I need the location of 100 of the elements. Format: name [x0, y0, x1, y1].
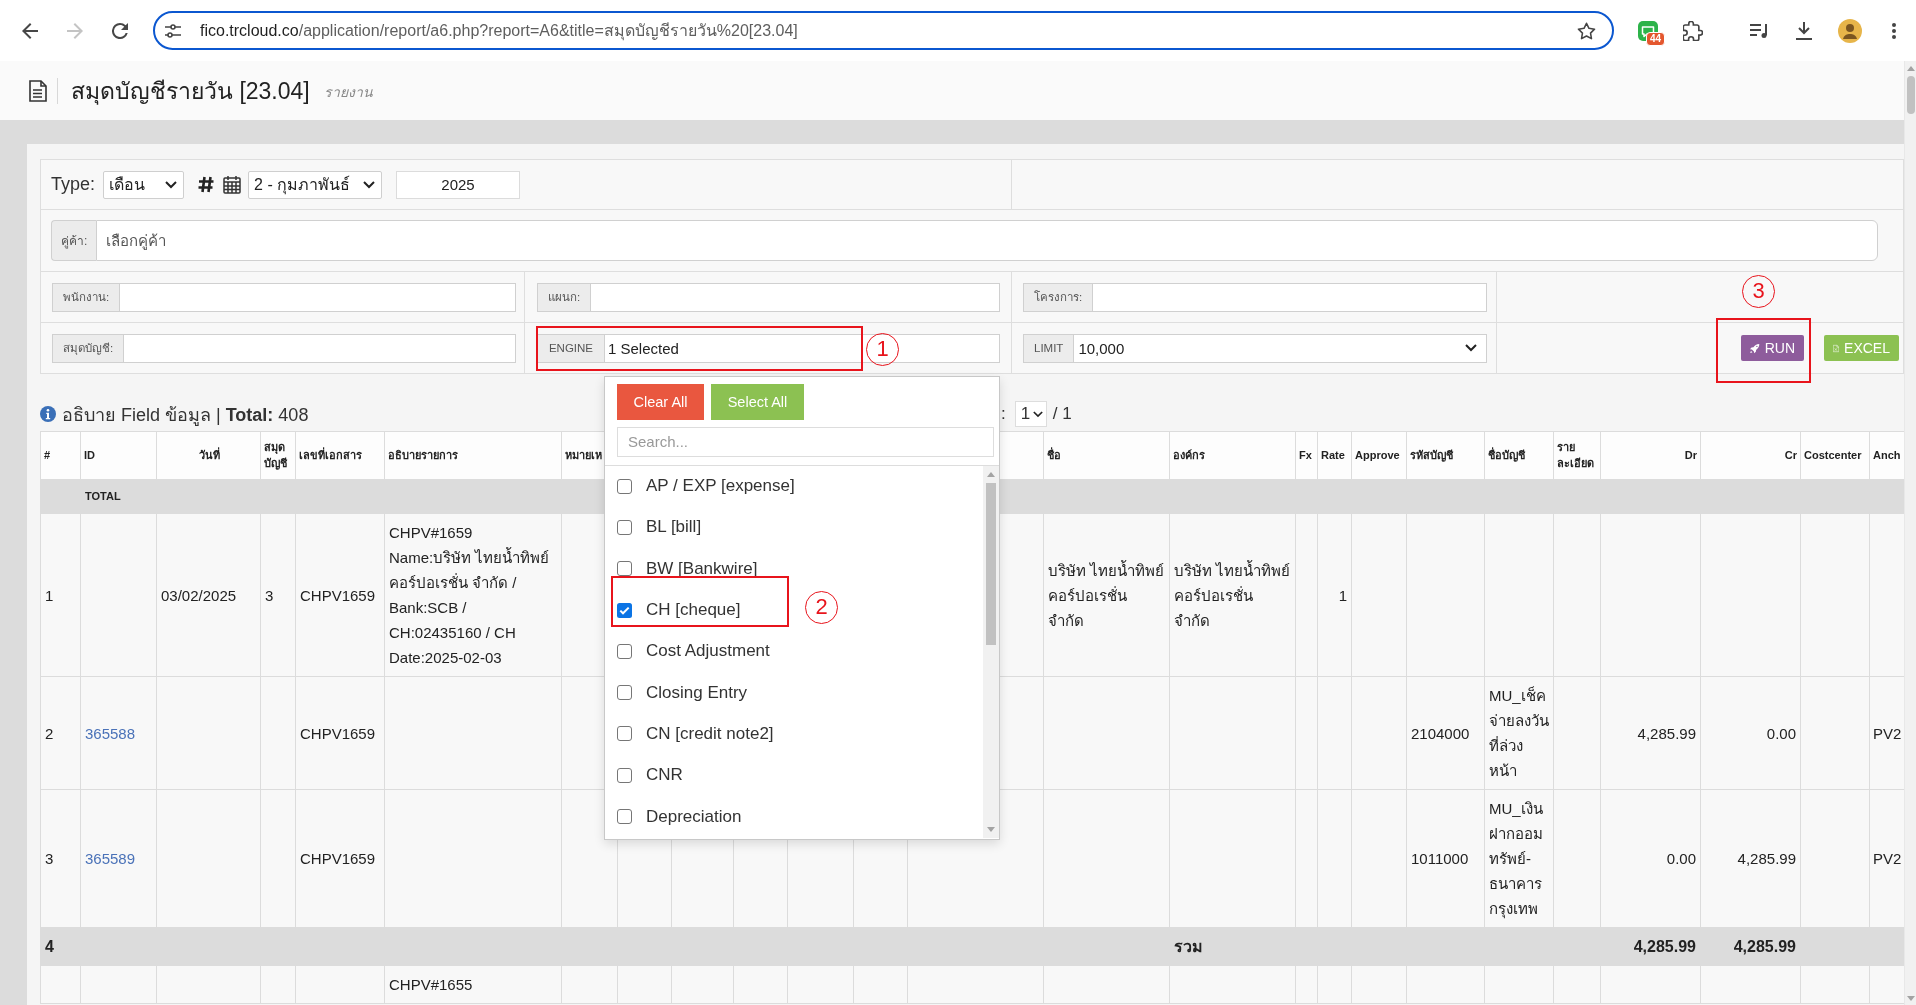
document-number: CHPV1659	[300, 585, 376, 606]
page-title: สมุดบัญชีรายวัน [23.04]	[71, 76, 310, 107]
clear-all-button[interactable]: Clear All	[617, 383, 704, 420]
star-icon[interactable]	[1577, 21, 1596, 40]
credit-total: 4,285.99	[1733, 937, 1796, 957]
field-label: สมุดบัญชี:	[52, 333, 124, 363]
checkbox[interactable]	[617, 685, 632, 701]
input-field[interactable]	[123, 333, 516, 363]
page-label: :	[1001, 404, 1006, 424]
record-link[interactable]: 365589	[85, 846, 136, 871]
account-code: 2104000	[1411, 723, 1470, 744]
dropdown-option[interactable]: Cost Adjustment	[617, 641, 770, 662]
account-code: 1011000	[1411, 849, 1469, 869]
search-field[interactable]: Search...	[617, 426, 994, 457]
checkbox[interactable]	[617, 561, 632, 577]
column-header: ชื่อบัญชี	[1488, 447, 1525, 464]
chevron-down-icon	[363, 180, 376, 189]
download-icon[interactable]	[1795, 21, 1813, 40]
column-header: Anch	[1873, 447, 1901, 463]
account-name: MU_เงินฝากออมทรัพย์-ธนาคารกรุงเทพ	[1489, 799, 1544, 921]
checkbox[interactable]	[617, 478, 632, 494]
column-header: สมุดบัญชี	[264, 440, 288, 471]
list-scrollbar[interactable]	[983, 465, 999, 838]
avatar-icon[interactable]	[1838, 18, 1862, 43]
reload-icon[interactable]	[111, 22, 128, 39]
row-number: 1	[45, 585, 54, 606]
row-number: 4	[45, 937, 54, 957]
debit-amount: 0.00	[1666, 849, 1696, 869]
sliders-icon[interactable]	[165, 23, 181, 38]
description-text: CHPV#1655	[389, 975, 473, 995]
left-arrow-icon[interactable]	[21, 22, 38, 39]
total-label: TOTAL	[85, 489, 121, 504]
dropdown-option[interactable]: AP / EXP [expense]	[617, 476, 795, 497]
organization-text: บริษัท ไทยน้ำทิพย์ คอร์ปอเรชั่น จำกัด	[1174, 559, 1292, 631]
rocket-icon	[1750, 341, 1760, 355]
type-select[interactable]: เดือน	[103, 170, 185, 199]
column-header: #	[44, 447, 51, 463]
column-header: ID	[84, 447, 95, 463]
chevron-down-icon	[1032, 410, 1043, 418]
checkbox[interactable]	[617, 809, 632, 824]
dropdown-option[interactable]: CNR	[617, 765, 683, 786]
field-label: คู่ค้า:	[51, 220, 97, 261]
notification-badge: 44	[1646, 31, 1666, 46]
checkbox[interactable]	[617, 643, 632, 659]
input-field[interactable]: เลือกคู่ค้า	[96, 220, 1878, 261]
debit-total: 4,285.99	[1633, 937, 1696, 957]
scrollbar-thumb[interactable]	[1907, 76, 1915, 114]
limit-select[interactable]: 10,000	[1073, 333, 1487, 363]
info-icon[interactable]	[40, 406, 56, 422]
checkbox[interactable]	[617, 767, 632, 783]
dropdown-option[interactable]: BL [bill]	[617, 517, 702, 538]
document-number: CHPV1659	[300, 723, 376, 744]
page-count: / 1	[1052, 404, 1072, 424]
column-header: เลขที่เอกสาร	[299, 447, 362, 463]
page-select[interactable]: 1	[1014, 401, 1047, 427]
page-subtitle: รายงาน	[323, 83, 373, 102]
chevron-down-icon	[165, 180, 178, 189]
rate-value: 1	[1338, 585, 1347, 606]
dropdown-option[interactable]: BW [Bankwire]	[617, 558, 758, 579]
column-header: รายละเอียด	[1557, 440, 1595, 471]
checkbox[interactable]	[617, 519, 632, 535]
field-label: พนักงาน:	[52, 282, 120, 312]
record-link[interactable]: 365588	[85, 720, 136, 746]
calendar-icon	[223, 175, 242, 194]
sum-label: รวม	[1174, 937, 1203, 957]
dropdown-option[interactable]: CN [credit note2]	[617, 723, 774, 744]
column-header: อธิบายรายการ	[388, 447, 458, 463]
page-scrollbar[interactable]	[1904, 61, 1916, 1005]
credit-amount: 0.00	[1766, 723, 1796, 744]
kebab-menu-icon[interactable]	[1892, 22, 1896, 39]
summary-text: อธิบาย Field ข้อมูล | Total: 408	[62, 403, 309, 428]
row-number: 3	[45, 849, 54, 869]
input-field[interactable]	[1092, 282, 1487, 312]
input-field[interactable]	[590, 282, 1000, 312]
dropdown-option[interactable]: CH [cheque]	[617, 600, 741, 621]
year-field[interactable]: 2025	[396, 170, 521, 199]
debit-amount: 4,285.99	[1637, 723, 1696, 744]
dropdown-option[interactable]: Closing Entry	[617, 682, 748, 703]
input-field[interactable]	[119, 282, 516, 312]
checkbox[interactable]	[617, 726, 632, 742]
playlist-icon[interactable]	[1750, 22, 1768, 39]
column-header: Fx	[1299, 447, 1312, 463]
checkbox[interactable]	[617, 602, 632, 618]
dropdown-option[interactable]: Depreciation	[617, 806, 742, 827]
field-label: โครงการ:	[1023, 282, 1093, 312]
column-header: วันที่	[198, 447, 220, 463]
puzzle-icon[interactable]	[1683, 20, 1703, 41]
row-number: 2	[45, 723, 54, 744]
account-name: MU_เช็คจ่ายลงวันที่ล่วงหน้า	[1489, 685, 1550, 781]
column-header: รหัสบัญชี	[1410, 447, 1453, 464]
anch-text: PV2	[1873, 849, 1902, 869]
column-header: Dr	[1684, 447, 1697, 463]
address-bar[interactable]: fico.trcloud.co/application/report/a6.php?report=A6&title=สมุดบัญชีรายวัน%20[23.04]	[153, 11, 1614, 50]
field-label: ENGINE	[537, 333, 604, 363]
column-header: Rate	[1321, 447, 1345, 463]
run-button[interactable]: RUN	[1741, 335, 1804, 361]
hash-icon	[198, 176, 215, 193]
book-number: 3	[265, 585, 274, 606]
month-select[interactable]: 2 - กุมภาพันธ์	[248, 170, 383, 199]
scrollbar-thumb[interactable]	[986, 482, 996, 645]
